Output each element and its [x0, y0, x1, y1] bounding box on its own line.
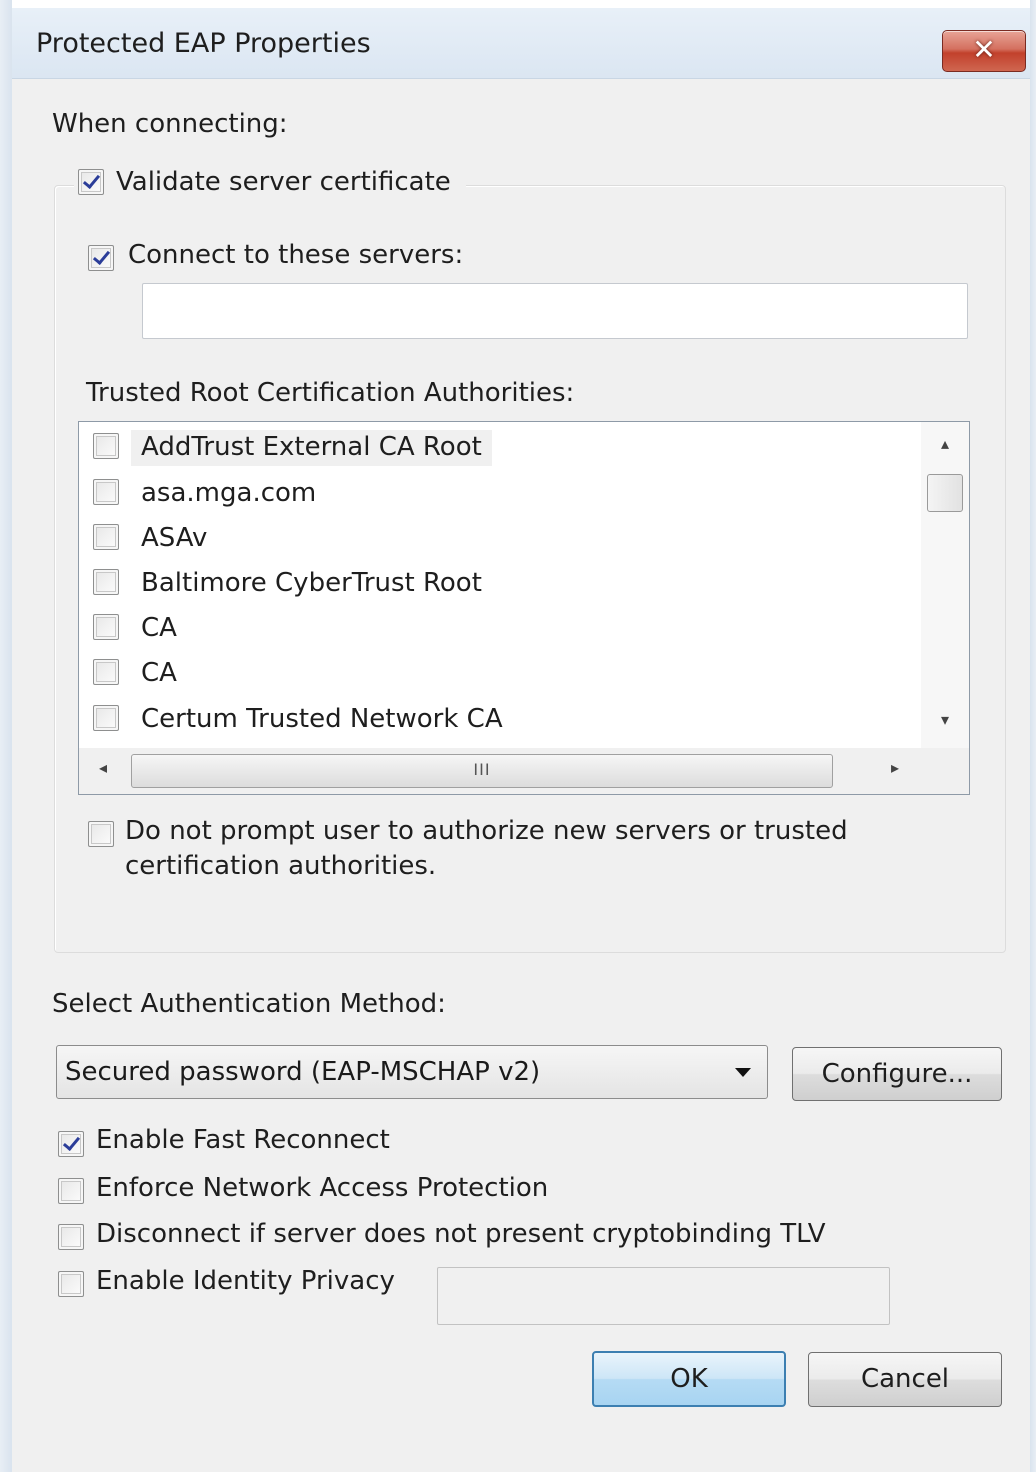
scroll-down-icon[interactable]: ▾ [921, 710, 969, 729]
window-frame-right [1030, 0, 1036, 1472]
cancel-button[interactable]: Cancel [808, 1352, 1002, 1407]
validate-cert-label[interactable]: Validate server certificate [116, 167, 451, 197]
list-item[interactable]: asa.mga.com [79, 470, 919, 515]
cryptobinding-label[interactable]: Disconnect if server does not present cr… [96, 1219, 826, 1249]
identity-privacy-label[interactable]: Enable Identity Privacy [96, 1266, 395, 1296]
auth-method-dropdown[interactable]: Secured password (EAP-MSCHAP v2) [56, 1045, 768, 1099]
configure-button[interactable]: Configure... [792, 1047, 1002, 1101]
fast-reconnect-checkbox[interactable] [58, 1131, 84, 1157]
list-item[interactable]: Certum Trusted Network CA [79, 696, 919, 741]
ca-checkbox[interactable] [93, 479, 119, 505]
servers-input[interactable] [142, 283, 968, 339]
ca-checkbox[interactable] [93, 433, 119, 459]
no-prompt-label-line1[interactable]: Do not prompt user to authorize new serv… [125, 816, 848, 846]
scroll-up-icon[interactable]: ▴ [921, 434, 969, 453]
close-icon: ✕ [972, 33, 996, 66]
close-button[interactable]: ✕ [942, 30, 1026, 72]
ok-label: OK [670, 1364, 708, 1394]
ok-button[interactable]: OK [592, 1351, 786, 1407]
identity-privacy-checkbox[interactable] [58, 1271, 84, 1297]
cancel-label: Cancel [860, 1364, 950, 1394]
identity-privacy-input[interactable] [437, 1267, 890, 1325]
window-title: Protected EAP Properties [36, 28, 371, 59]
no-prompt-checkbox[interactable] [88, 821, 114, 847]
dialog-body: When connecting: Validate server certifi… [12, 79, 1030, 1472]
ca-label: CA [141, 613, 177, 643]
ca-label: Baltimore CyberTrust Root [141, 568, 482, 598]
nap-checkbox[interactable] [58, 1178, 84, 1204]
ca-checkbox[interactable] [93, 569, 119, 595]
title-bar[interactable]: Protected EAP Properties ✕ [12, 8, 1030, 79]
ca-label: Certum Trusted Network CA [141, 704, 503, 734]
trusted-root-list[interactable]: AddTrust External CA Root asa.mga.com AS… [78, 421, 970, 795]
connect-servers-label[interactable]: Connect to these servers: [128, 240, 463, 270]
scrollbar-corner [921, 748, 969, 794]
validate-cert-checkbox[interactable] [78, 169, 104, 195]
vertical-scroll-thumb[interactable] [927, 474, 963, 512]
list-item[interactable]: Baltimore CyberTrust Root [79, 560, 919, 605]
cryptobinding-checkbox[interactable] [58, 1224, 84, 1250]
ca-checkbox[interactable] [93, 659, 119, 685]
ca-label: CA [141, 658, 177, 688]
vertical-scrollbar[interactable]: ▴ ▾ [921, 422, 969, 748]
fast-reconnect-label[interactable]: Enable Fast Reconnect [96, 1125, 390, 1155]
list-item[interactable]: CA [79, 650, 919, 695]
ca-label: ASAv [141, 523, 208, 553]
validate-cert-legend: Validate server certificate [74, 163, 466, 203]
auth-method-value: Secured password (EAP-MSCHAP v2) [65, 1057, 541, 1087]
window-frame-left [0, 0, 12, 1472]
list-item[interactable]: AddTrust External CA Root [79, 424, 919, 469]
when-connecting-label: When connecting: [52, 109, 288, 139]
list-item[interactable]: CA [79, 605, 919, 650]
ca-label: AddTrust External CA Root [131, 430, 492, 466]
scroll-right-icon[interactable]: ▸ [891, 758, 899, 777]
ca-checkbox[interactable] [93, 524, 119, 550]
list-item[interactable]: ASAv [79, 515, 919, 560]
connect-servers-checkbox[interactable] [88, 245, 114, 271]
ca-checkbox[interactable] [93, 614, 119, 640]
trusted-root-label: Trusted Root Certification Authorities: [86, 378, 575, 408]
configure-label: Configure... [821, 1059, 973, 1089]
no-prompt-label-line2[interactable]: certification authorities. [125, 851, 436, 881]
ca-checkbox[interactable] [93, 705, 119, 731]
horizontal-scroll-thumb[interactable]: III [131, 754, 833, 788]
auth-method-label: Select Authentication Method: [52, 989, 446, 1019]
grip-icon: III [473, 760, 491, 779]
scroll-left-icon[interactable]: ◂ [99, 758, 107, 777]
chevron-down-icon [735, 1068, 751, 1077]
nap-label[interactable]: Enforce Network Access Protection [96, 1173, 548, 1203]
ca-label: asa.mga.com [141, 478, 317, 508]
horizontal-scrollbar[interactable]: ◂ III ▸ [79, 748, 921, 794]
